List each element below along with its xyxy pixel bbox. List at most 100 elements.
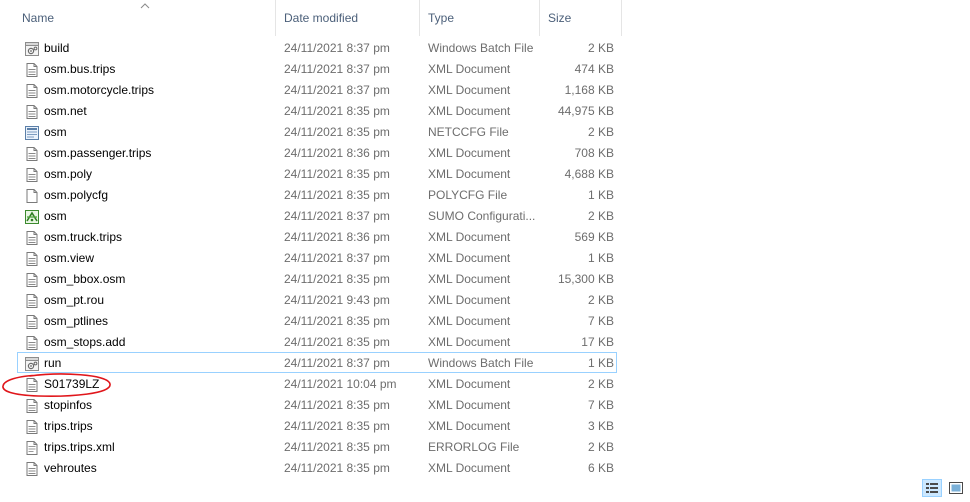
file-row[interactable]: osm.poly 24/11/2021 8:35 pm XML Document 4,… [17, 163, 617, 184]
large-icons-view-button[interactable] [946, 479, 966, 497]
file-row[interactable]: osm.bus.trips 24/11/2021 8:37 pm XML Docum… [17, 58, 617, 79]
file-size: 6 KB [587, 461, 614, 475]
file-row[interactable]: osm.net 24/11/2021 8:35 pm XML Document 44,… [17, 100, 617, 121]
file-row[interactable]: osm_bbox.osm 24/11/2021 8:35 pm XML Docume… [17, 268, 617, 289]
column-header-type[interactable]: Type [420, 0, 540, 36]
file-row[interactable]: S01739LZ 24/11/2021 10:04 pm XML Document 2… [17, 373, 617, 394]
file-date: 24/11/2021 8:35 pm [284, 461, 390, 475]
file-type: XML Document [428, 104, 511, 118]
file-type: XML Document [428, 461, 511, 475]
file-size: 4,688 KB [564, 167, 614, 181]
file-name: osm_ptlines [44, 314, 109, 328]
details-view-icon [926, 483, 938, 493]
file-name: vehroutes [44, 461, 97, 475]
view-mode-buttons [922, 479, 968, 499]
file-row[interactable]: osm.passenger.trips 24/11/2021 8:36 pm XML… [17, 142, 617, 163]
file-row[interactable]: vehroutes 24/11/2021 8:35 pm XML Document 6… [17, 457, 617, 478]
file-size: 2 KB [587, 125, 614, 139]
xml-document-icon [26, 147, 38, 161]
file-row[interactable]: osm.polycfg 24/11/2021 8:35 pm POLYCFG Fil… [17, 184, 617, 205]
xml-document-icon [26, 378, 38, 392]
netccfg-file-icon [25, 126, 39, 140]
xml-document-icon [26, 462, 38, 476]
file-name: trips.trips [44, 419, 93, 433]
xml-document-icon [26, 105, 38, 119]
sumo-config-icon [25, 210, 39, 224]
file-size: 2 KB [587, 293, 614, 307]
file-type: NETCCFG File [428, 125, 509, 139]
file-name: osm.passenger.trips [44, 146, 152, 160]
xml-document-icon [26, 63, 38, 77]
xml-document-icon [26, 252, 38, 266]
errorlog-file-icon [26, 441, 38, 455]
file-date: 24/11/2021 8:35 pm [284, 335, 390, 349]
file-date: 24/11/2021 8:37 pm [284, 251, 390, 265]
file-name: osm.motorcycle.trips [44, 83, 155, 97]
file-row[interactable]: osm.view 24/11/2021 8:37 pm XML Document 1 … [17, 247, 617, 268]
file-name: osm.bus.trips [44, 62, 116, 76]
xml-document-icon [26, 336, 38, 350]
column-header-size[interactable]: Size [540, 0, 622, 36]
file-size: 7 KB [587, 398, 614, 412]
file-size: 2 KB [587, 377, 614, 391]
file-row[interactable]: trips.trips.xml 24/11/2021 8:35 pm ERRORLO… [17, 436, 617, 457]
file-type: XML Document [428, 419, 511, 433]
file-date: 24/11/2021 8:36 pm [284, 146, 390, 160]
file-row[interactable]: osm_ptlines 24/11/2021 8:35 pm XML Documen… [17, 310, 617, 331]
xml-document-icon [26, 273, 38, 287]
file-date: 24/11/2021 8:35 pm [284, 440, 390, 454]
file-type: XML Document [428, 293, 511, 307]
file-type: XML Document [428, 335, 511, 349]
file-size: 2 KB [587, 440, 614, 454]
column-header-name[interactable]: Name [14, 0, 276, 36]
file-size: 2 KB [587, 41, 614, 55]
vertical-scrollbar[interactable] [953, 0, 970, 470]
xml-document-icon [26, 315, 38, 329]
file-type: XML Document [428, 251, 511, 265]
file-type: XML Document [428, 167, 511, 181]
file-name: build [44, 41, 70, 55]
file-row[interactable]: run 24/11/2021 8:37 pm Windows Batch File 1… [17, 352, 617, 373]
file-row[interactable]: osm 24/11/2021 8:35 pm NETCCFG File 2 KB [17, 121, 617, 142]
file-size: 2 KB [587, 209, 614, 223]
xml-document-icon [26, 168, 38, 182]
file-date: 24/11/2021 8:35 pm [284, 398, 390, 412]
file-type: XML Document [428, 230, 511, 244]
file-type: Windows Batch File [428, 356, 534, 370]
file-type: XML Document [428, 377, 511, 391]
file-date: 24/11/2021 8:35 pm [284, 272, 390, 286]
file-name: osm_pt.rou [44, 293, 105, 307]
file-size: 1 KB [587, 251, 614, 265]
xml-document-icon [26, 399, 38, 413]
file-row[interactable]: osm_pt.rou 24/11/2021 9:43 pm XML Document… [17, 289, 617, 310]
file-name: osm.view [44, 251, 95, 265]
file-name: S01739LZ [44, 377, 100, 391]
column-header-date-modified[interactable]: Date modified [276, 0, 420, 36]
file-size: 15,300 KB [557, 272, 614, 286]
file-size: 1 KB [587, 356, 614, 370]
xml-document-icon [26, 294, 38, 308]
file-date: 24/11/2021 9:43 pm [284, 293, 390, 307]
file-row[interactable]: trips.trips 24/11/2021 8:35 pm XML Documen… [17, 415, 617, 436]
file-row[interactable]: osm 24/11/2021 8:37 pm SUMO Configurati...… [17, 205, 617, 226]
file-type: XML Document [428, 314, 511, 328]
file-name: osm [44, 209, 67, 223]
file-type: XML Document [428, 62, 511, 76]
file-row[interactable]: osm_stops.add 24/11/2021 8:35 pm XML Docum… [17, 331, 617, 352]
file-date: 24/11/2021 8:35 pm [284, 314, 390, 328]
file-date: 24/11/2021 8:35 pm [284, 419, 390, 433]
file-date: 24/11/2021 8:37 pm [284, 41, 390, 55]
file-row[interactable]: osm.truck.trips 24/11/2021 8:36 pm XML Doc… [17, 226, 617, 247]
file-name: osm_stops.add [44, 335, 126, 349]
file-name: osm.poly [44, 167, 93, 181]
file-type: XML Document [428, 83, 511, 97]
details-view-button[interactable] [922, 479, 942, 497]
file-row[interactable]: build 24/11/2021 8:37 pm Windows Batch Fil… [17, 37, 617, 58]
file-explorer-window: Name Date modified Type Size build 24/11/… [0, 0, 970, 502]
column-header-bar: Name Date modified Type Size [0, 0, 622, 36]
xml-document-icon [26, 84, 38, 98]
file-date: 24/11/2021 10:04 pm [284, 377, 397, 391]
file-row[interactable]: stopinfos 24/11/2021 8:35 pm XML Document 7… [17, 394, 617, 415]
file-name: osm.polycfg [44, 188, 109, 202]
file-row[interactable]: osm.motorcycle.trips 24/11/2021 8:37 pm XM… [17, 79, 617, 100]
